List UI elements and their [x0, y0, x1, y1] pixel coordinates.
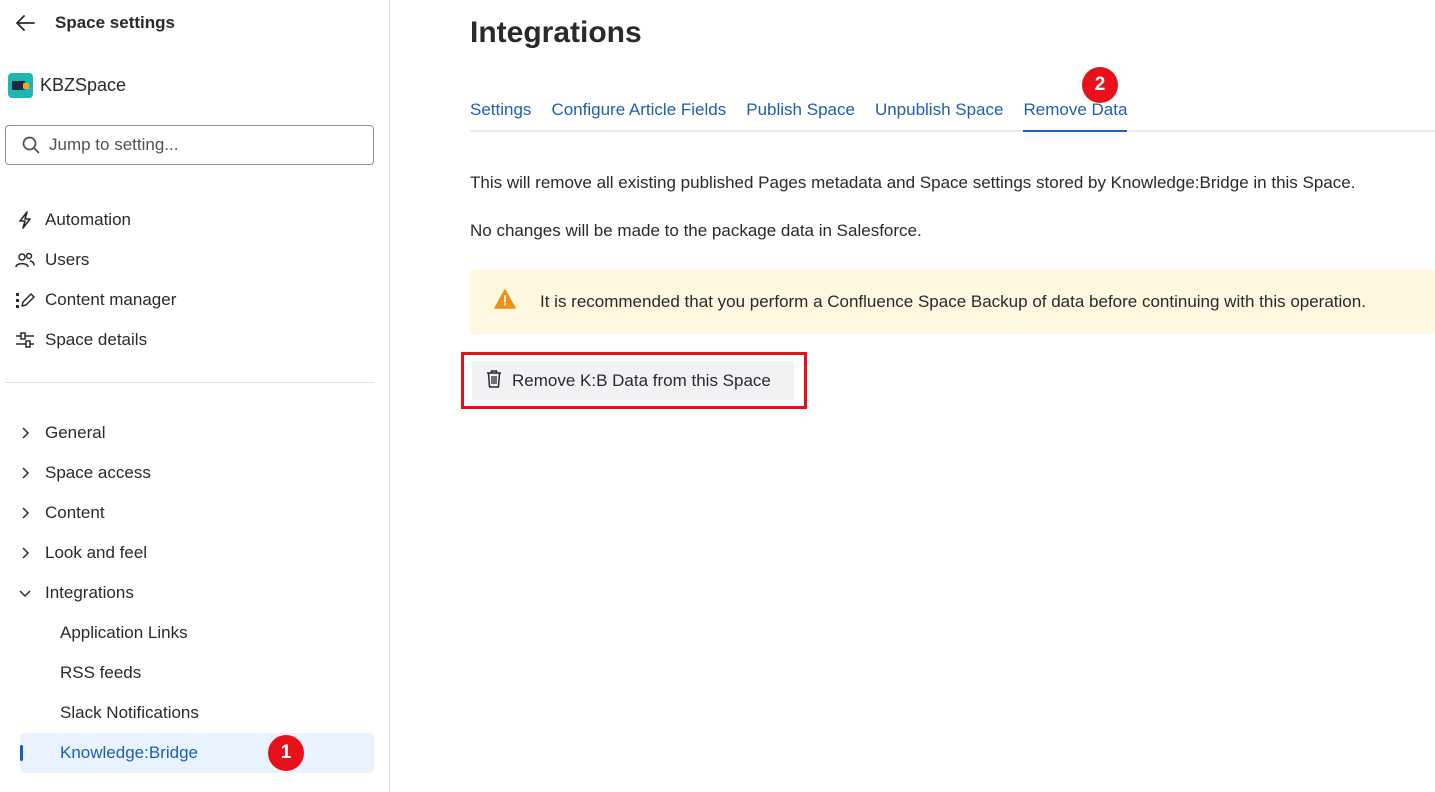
space-name: KBZSpace: [40, 74, 127, 95]
sub-item-slack-notifications[interactable]: Slack Notifications: [14, 693, 374, 733]
users-icon: [14, 249, 36, 271]
tab-bar: Settings Configure Article Fields Publis…: [470, 100, 1435, 132]
warning-icon: [494, 289, 516, 314]
tree-item-label: General: [45, 423, 106, 442]
tree-item-label: Look and feel: [45, 543, 148, 562]
tree-item-integrations[interactable]: Integrations: [14, 573, 374, 613]
chevron-right-icon: [14, 542, 36, 564]
sidebar-item-content-manager[interactable]: Content manager: [14, 280, 374, 320]
sidebar-nav: Automation Users Content manager Space d…: [14, 200, 374, 360]
content-manager-icon: [14, 289, 36, 311]
remove-data-button[interactable]: Remove K:B Data from this Space: [472, 361, 794, 400]
tree-item-label: Space access: [45, 463, 151, 482]
tree-item-general[interactable]: General: [14, 413, 374, 453]
description-text: This will remove all existing published …: [470, 173, 1356, 192]
sidebar-item-space-details[interactable]: Space details: [14, 320, 374, 360]
lightning-icon: [14, 209, 36, 231]
tab-remove-data[interactable]: Remove Data: [1023, 100, 1127, 132]
space-selector[interactable]: KBZSpace: [8, 72, 126, 98]
tree-item-space-access[interactable]: Space access: [14, 453, 374, 493]
back-arrow-icon[interactable]: [14, 12, 36, 34]
tab-unpublish-space[interactable]: Unpublish Space: [875, 100, 1004, 130]
warning-text: It is recommended that you perform a Con…: [540, 291, 1366, 311]
tree-item-label: Content: [45, 503, 105, 522]
sidebar-title: Space settings: [55, 13, 175, 32]
sidebar-divider: [5, 382, 374, 383]
step-badge-2: 2: [1082, 67, 1118, 103]
search-icon: [22, 136, 40, 154]
salesforce-note-text: No changes will be made to the package d…: [470, 221, 922, 240]
space-avatar-icon: [8, 72, 33, 98]
sub-item-application-links[interactable]: Application Links: [14, 613, 374, 653]
warning-banner: It is recommended that you perform a Con…: [470, 269, 1435, 334]
tab-configure-article-fields[interactable]: Configure Article Fields: [551, 100, 726, 130]
tree-item-label: Integrations: [45, 583, 134, 602]
search-input[interactable]: [49, 135, 349, 155]
sidebar-header: Space settings: [14, 10, 175, 36]
search-box[interactable]: [5, 125, 374, 165]
sidebar: Space settings KBZSpace Automation Users…: [0, 0, 390, 792]
step-badge-1: 1: [268, 735, 304, 771]
settings-tree: General Space access Content Look and fe…: [14, 413, 374, 773]
sub-item-rss-feeds[interactable]: RSS feeds: [14, 653, 374, 693]
tab-publish-space[interactable]: Publish Space: [746, 100, 855, 130]
main-content: Integrations Settings Configure Article …: [461, 0, 1435, 792]
remove-data-button-label: Remove K:B Data from this Space: [512, 370, 771, 390]
chevron-right-icon: [14, 462, 36, 484]
sidebar-item-label: Users: [45, 250, 90, 269]
sidebar-item-label: Automation: [45, 210, 131, 229]
trash-icon: [486, 369, 502, 393]
tree-item-look-and-feel[interactable]: Look and feel: [14, 533, 374, 573]
sub-item-knowledge-bridge[interactable]: Knowledge:Bridge: [20, 733, 374, 773]
chevron-right-icon: [14, 502, 36, 524]
chevron-right-icon: [14, 422, 36, 444]
space-details-icon: [14, 329, 36, 351]
chevron-down-icon: [14, 582, 36, 604]
sidebar-item-automation[interactable]: Automation: [14, 200, 374, 240]
page-title: Integrations: [470, 16, 642, 49]
tree-item-content[interactable]: Content: [14, 493, 374, 533]
sidebar-item-label: Space details: [45, 330, 148, 349]
sidebar-item-label: Content manager: [45, 290, 177, 309]
tab-settings[interactable]: Settings: [470, 100, 531, 130]
sidebar-item-users[interactable]: Users: [14, 240, 374, 280]
